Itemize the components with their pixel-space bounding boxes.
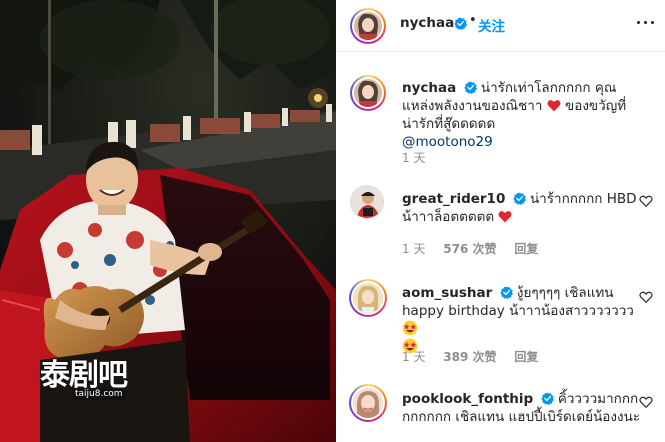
post-header: nychaa • 关注: [336, 0, 665, 52]
comment-likes[interactable]: 576 次赞: [443, 242, 496, 256]
comment-meta: 1 天 389 次赞 回复: [402, 348, 552, 365]
comment-likes[interactable]: 389 次赞: [443, 350, 496, 364]
comment-username[interactable]: pooklook_fonthip: [402, 391, 533, 407]
caption-avatar[interactable]: [350, 75, 386, 111]
post-photo[interactable]: 泰剧吧 taiju8.com: [0, 0, 336, 442]
more-options-icon[interactable]: [634, 10, 658, 34]
comments-list[interactable]: nychaa น่ารักเท่าโลกกกกก คุณแหล่งพลังงาน…: [336, 53, 665, 442]
comment-username[interactable]: aom_sushar: [402, 285, 492, 301]
caption-time: 1 天: [402, 151, 426, 165]
like-heart-icon[interactable]: [639, 194, 653, 208]
author-avatar-image: [354, 12, 382, 40]
verified-badge-icon: [540, 392, 554, 405]
comment-meta: 1 天 576 次赞 回复: [402, 240, 552, 257]
star-struck-emoji-icon: [402, 320, 418, 336]
caption-mention-link[interactable]: @mootono29: [402, 134, 493, 150]
comment-text: pooklook_fonthip คิ้ววววมากกกกกกกกก เชิล…: [402, 390, 641, 426]
reply-button[interactable]: 回复: [514, 350, 538, 364]
comment-item: pooklook_fonthip คิ้ววววมากกกกกกกกก เชิล…: [336, 383, 665, 442]
verified-badge-icon: [499, 286, 513, 299]
post-sidebar: nychaa • 关注 nychaa น่ารักเท่าโลกกกกก คุณ…: [336, 0, 665, 442]
comment-item: great_rider10 น่าร้ากกกกก HBD น้าาาล็อตต…: [336, 184, 665, 264]
comment-time: 1 天: [402, 242, 426, 256]
follow-button[interactable]: 关注: [478, 15, 505, 35]
like-heart-icon[interactable]: [639, 395, 653, 409]
separator-dot: •: [469, 13, 477, 28]
comment-avatar-image: [353, 283, 383, 313]
verified-badge-icon: [512, 192, 526, 205]
comment-text: great_rider10 น่าร้ากกกกก HBD น้าาาล็อตต…: [402, 190, 641, 226]
watermark-logo: 泰剧吧 taiju8.com: [34, 344, 152, 402]
author-username[interactable]: nychaa: [400, 15, 454, 31]
comment-avatar[interactable]: [349, 384, 387, 422]
comment-avatar-image: [351, 186, 383, 218]
caption-text: nychaa น่ารักเท่าโลกกกกก คุณแหล่งพลังงาน…: [402, 79, 641, 151]
caption-meta: 1 天: [402, 149, 439, 166]
post-caption: nychaa น่ารักเท่าโลกกกกก คุณแหล่งพลังงาน…: [336, 53, 665, 168]
red-heart-emoji-icon: [547, 100, 561, 112]
comment-text: aom_sushar งู้ยๆๆๆๆ เชิลแทน happy birthd…: [402, 284, 641, 356]
like-heart-icon[interactable]: [639, 290, 653, 304]
comment-avatar[interactable]: [349, 279, 387, 317]
author-avatar[interactable]: [350, 8, 386, 44]
caption-username[interactable]: nychaa: [402, 80, 456, 96]
instagram-post-viewer: 泰剧吧 taiju8.com nychaa • 关注 nychaa น่ารัก…: [0, 0, 665, 442]
comment-username[interactable]: great_rider10: [402, 191, 505, 207]
caption-avatar-image: [354, 79, 382, 107]
red-heart-emoji-icon: [498, 211, 512, 223]
verified-badge-icon: [463, 81, 477, 94]
reply-button[interactable]: 回复: [514, 242, 538, 256]
watermark-url: taiju8.com: [72, 388, 126, 400]
verified-badge-icon: [454, 17, 467, 30]
comment-avatar[interactable]: [350, 185, 384, 219]
comment-avatar-image: [353, 388, 383, 418]
comment-time: 1 天: [402, 350, 426, 364]
comment-meta-row: 1 天 389 次赞 回复: [336, 348, 665, 368]
